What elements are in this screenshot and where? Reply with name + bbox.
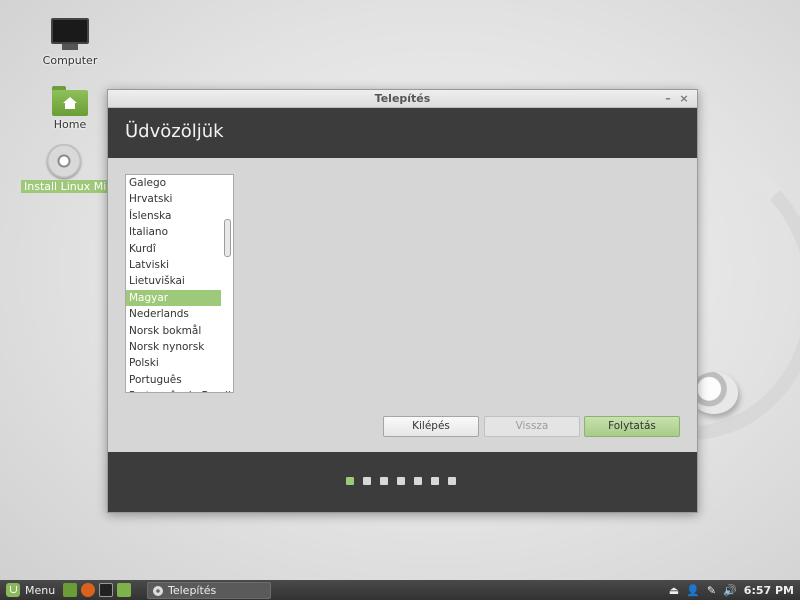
files-icon[interactable]: [117, 583, 131, 597]
taskbar: Menu Telepítés ⏏ 👤 ✎ 🔊 6:57 PM: [0, 580, 800, 600]
step-dot: [448, 477, 456, 485]
language-item[interactable]: Lietuviškai: [126, 273, 233, 289]
computer-icon: [51, 18, 89, 52]
language-item[interactable]: Galego: [126, 175, 233, 191]
step-dot: [380, 477, 388, 485]
terminal-icon[interactable]: [99, 583, 113, 597]
step-dot: [431, 477, 439, 485]
scroll-thumb[interactable]: [224, 219, 231, 257]
language-items: Galego Hrvatski Íslenska Italiano Kurdî Latvi…: [126, 175, 233, 392]
user-icon[interactable]: 👤: [686, 584, 700, 597]
desktop-icon-label: Install Linux Mint: [21, 180, 107, 193]
menu-label: Menu: [25, 583, 56, 597]
window-title: Telepítés: [374, 92, 431, 105]
language-item[interactable]: Kurdî: [126, 241, 233, 257]
language-item[interactable]: Italiano: [126, 224, 233, 240]
mint-logo-icon: [6, 583, 20, 597]
minimize-button[interactable]: –: [661, 90, 675, 108]
system-tray: ⏏ 👤 ✎ 🔊 6:57 PM: [669, 582, 794, 598]
close-button[interactable]: ×: [677, 90, 691, 108]
language-item[interactable]: Português do Brasil: [126, 388, 233, 392]
taskbar-window-installer[interactable]: Telepítés: [147, 582, 271, 599]
progress-footer: [108, 452, 697, 512]
desktop-icon-computer[interactable]: Computer: [25, 18, 115, 67]
step-dot: [414, 477, 422, 485]
installer-window: Telepítés – × Üdvözöljük Galego Hrvatski Í…: [107, 89, 698, 513]
step-indicator: [346, 477, 456, 485]
disc-icon: [153, 585, 163, 596]
task-title: Telepítés: [168, 584, 217, 597]
language-item[interactable]: Português: [126, 372, 233, 388]
language-item[interactable]: Íslenska: [126, 208, 233, 224]
step-dot: [363, 477, 371, 485]
show-desktop-icon[interactable]: [63, 583, 77, 597]
step-dot: [346, 477, 354, 485]
language-list[interactable]: Galego Hrvatski Íslenska Italiano Kurdî Latvi…: [125, 174, 234, 393]
language-item[interactable]: Polski: [126, 355, 233, 371]
desktop-icon-install[interactable]: Install Linux Mint: [21, 144, 107, 193]
clock[interactable]: 6:57 PM: [744, 584, 794, 597]
desktop-icon-home[interactable]: Home: [25, 86, 115, 131]
page-heading: Üdvözöljük: [108, 108, 697, 158]
language-list-scrollbar[interactable]: [224, 177, 231, 390]
language-item[interactable]: Norsk nynorsk: [126, 339, 233, 355]
language-item[interactable]: Hrvatski: [126, 191, 233, 207]
continue-button[interactable]: Folytatás: [584, 416, 680, 437]
step-dot: [397, 477, 405, 485]
back-button[interactable]: Vissza: [484, 416, 580, 437]
desktop-icon-label: Home: [53, 118, 87, 131]
language-item[interactable]: Nederlands: [126, 306, 233, 322]
removable-drive-icon[interactable]: ⏏: [669, 584, 679, 597]
quit-button[interactable]: Kilépés: [383, 416, 479, 437]
firefox-icon[interactable]: [81, 583, 95, 597]
window-titlebar[interactable]: Telepítés – ×: [108, 90, 697, 108]
language-item[interactable]: Latviski: [126, 257, 233, 273]
home-folder-icon: [52, 86, 88, 116]
language-item[interactable]: Magyar: [126, 289, 221, 307]
network-icon[interactable]: ✎: [707, 584, 716, 597]
desktop-icon-label: Computer: [42, 54, 98, 67]
volume-icon[interactable]: 🔊: [723, 584, 737, 597]
disc-icon: [47, 144, 81, 178]
menu-button[interactable]: Menu: [2, 581, 59, 599]
language-item[interactable]: Norsk bokmål: [126, 323, 233, 339]
